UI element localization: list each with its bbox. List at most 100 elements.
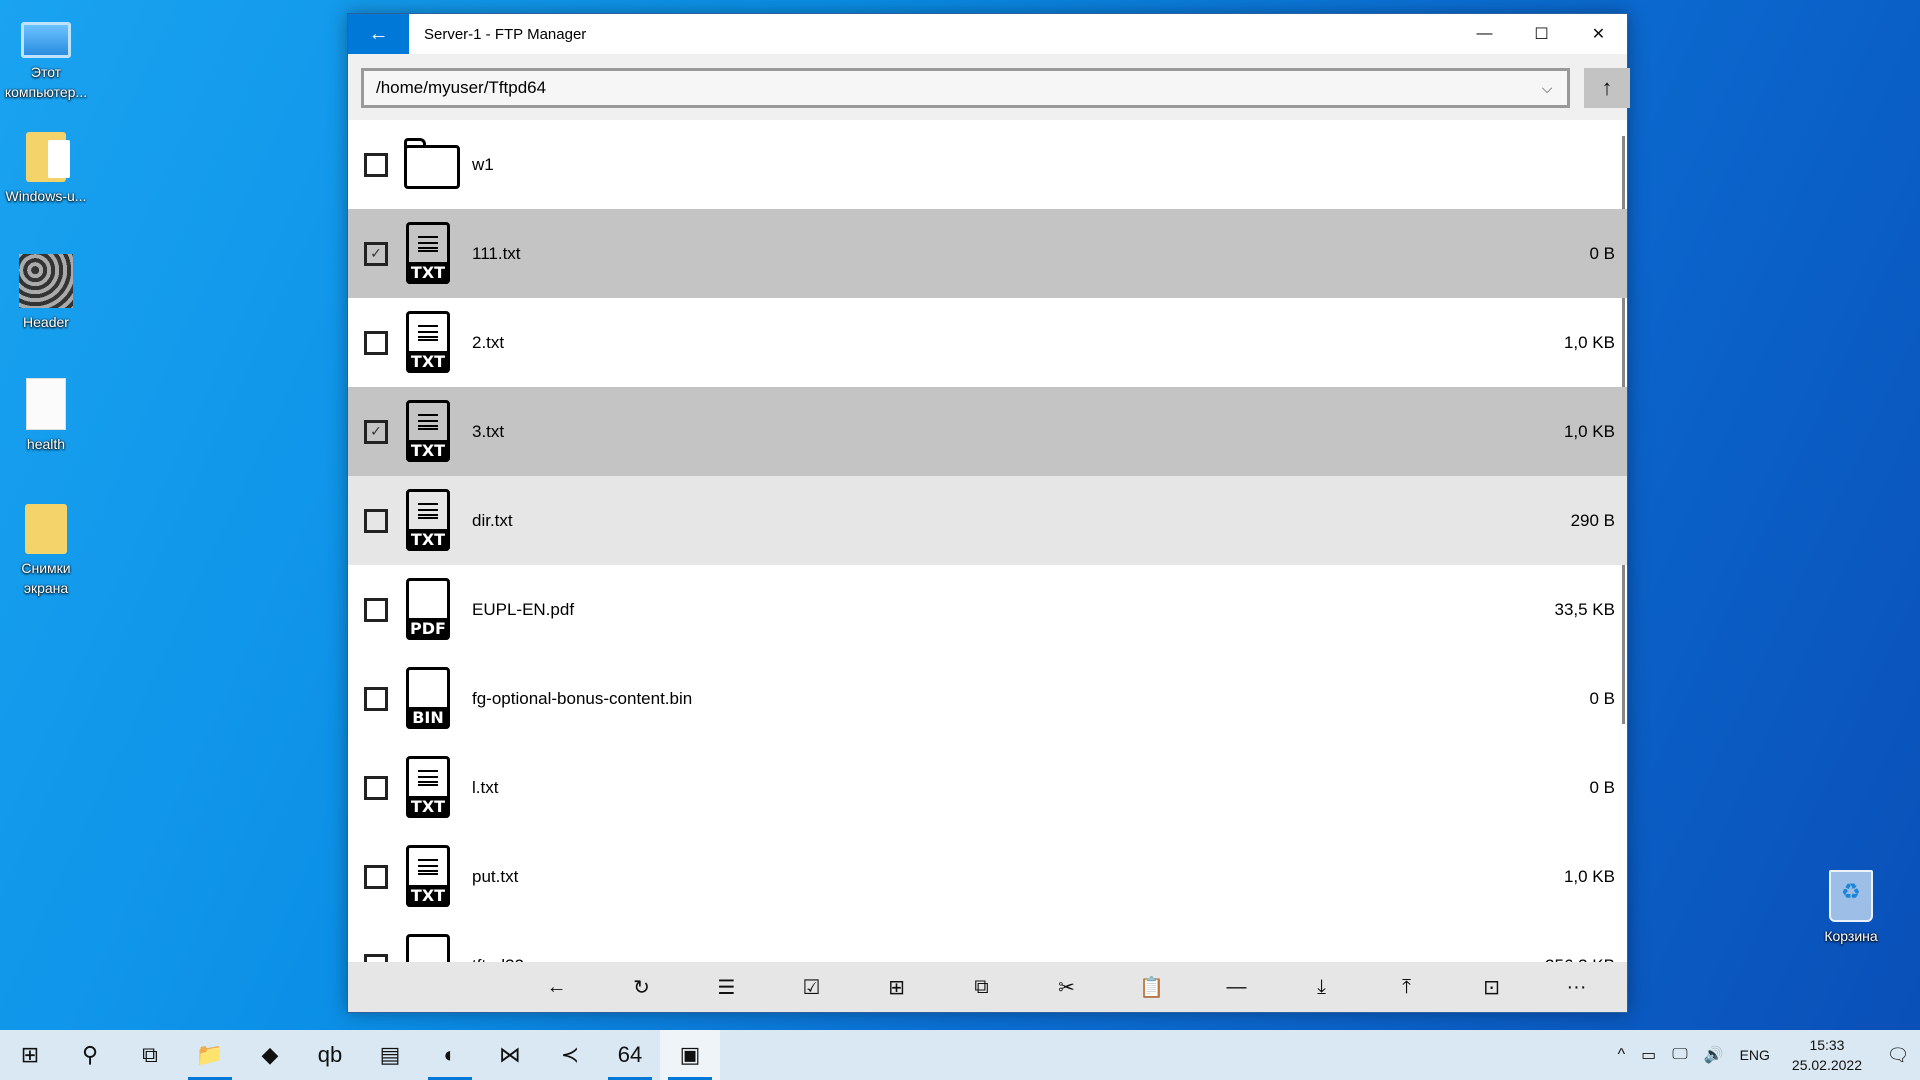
more-button[interactable]: ···	[1534, 962, 1619, 1012]
copy-button[interactable]: ⧉	[939, 962, 1024, 1012]
cut-button[interactable]: ✂	[1024, 962, 1109, 1012]
file-row[interactable]: PDF EUPL-EN.pdf 33,5 KB	[348, 565, 1627, 654]
taskbar-search[interactable]: ⚲	[60, 1030, 120, 1080]
taskbar-task-view[interactable]: ⧉	[120, 1030, 180, 1080]
file-name: 2.txt	[472, 332, 505, 352]
file-checkbox[interactable]	[364, 152, 388, 177]
file-list[interactable]: w1 ✓ TXT 111.txt 0 B TXT 2.txt 1,0 KB ✓ TXT 3.txt 1…	[348, 120, 1627, 977]
file-checkbox[interactable]: ✓	[364, 419, 388, 444]
checkmark-icon: ✓	[370, 423, 382, 439]
file-checkbox[interactable]	[364, 330, 388, 355]
maximize-button[interactable]: ☐	[1513, 14, 1570, 54]
file-checkbox[interactable]	[364, 864, 388, 889]
minimize-button[interactable]: —	[1456, 14, 1513, 54]
system-tray: ^ ▭ 🖵 🔊 ENG 15:33 25.02.2022 🗨	[1610, 1030, 1920, 1080]
delete-button[interactable]: —	[1194, 962, 1279, 1012]
desktop-icon-label: Header	[23, 314, 69, 330]
taskbar-qbittorrent[interactable]: qb	[300, 1030, 360, 1080]
taskbar-virtualbox[interactable]: ◆	[240, 1030, 300, 1080]
file-name: w1	[472, 154, 494, 174]
paste-button[interactable]: 📋	[1109, 962, 1194, 1012]
search-icon: ⚲	[81, 1042, 99, 1067]
folder-icon	[26, 132, 70, 182]
path-combobox[interactable]: ⌵	[361, 68, 1570, 108]
file-size: 0 B	[1589, 777, 1615, 797]
ftp-manager-window: ← Server-1 - FTP Manager — ☐ ✕ ⌵ ↑ w1 ✓ TX…	[347, 13, 1630, 1013]
file-row[interactable]: TXT 2.txt 1,0 KB	[348, 298, 1627, 387]
edge-icon: ◐	[443, 1042, 457, 1067]
image-icon	[19, 254, 73, 308]
language-indicator[interactable]: ENG	[1732, 1047, 1778, 1063]
file-size: 290 B	[1570, 510, 1615, 530]
select-mode-button[interactable]: ☑	[769, 962, 854, 1012]
back-icon: ←	[546, 975, 567, 998]
copy-icon: ⧉	[974, 975, 989, 998]
notifications-icon[interactable]: 🗨	[1876, 1045, 1920, 1066]
back-button[interactable]: ←	[514, 962, 599, 1012]
list-view-button[interactable]: ☰	[684, 962, 769, 1012]
file-size: 1,0 KB	[1563, 421, 1615, 441]
volume-icon[interactable]: 🔊	[1696, 1045, 1732, 1065]
taskbar-tftpd64[interactable]: 64	[600, 1030, 660, 1080]
taskbar-edge[interactable]: ◐	[420, 1030, 480, 1080]
show-hidden-icons-icon[interactable]: ^	[1610, 1046, 1634, 1064]
arrow-up-icon: ↑	[1601, 75, 1613, 100]
computer-icon	[21, 22, 71, 58]
rename-button[interactable]: ⊡	[1449, 962, 1534, 1012]
taskbar-file-explorer[interactable]: 📁	[180, 1030, 240, 1080]
txt-file-icon: TXT	[404, 755, 452, 820]
file-checkbox[interactable]	[364, 775, 388, 800]
file-checkbox[interactable]	[364, 508, 388, 533]
new-folder-button[interactable]: ⊞	[854, 962, 939, 1012]
taskbar-ftp-manager[interactable]: ▣	[660, 1030, 720, 1080]
desktop-icon-windows-u[interactable]: Windows-u...	[0, 132, 92, 206]
desktop-icon-health[interactable]: health	[0, 378, 92, 454]
chevron-down-icon[interactable]: ⌵	[1527, 80, 1567, 97]
desktop-icon-this-pc[interactable]: Этот компьютер...	[0, 12, 92, 102]
file-row[interactable]: TXT l.txt 0 B	[348, 743, 1627, 832]
file-checkbox[interactable]	[364, 597, 388, 622]
desktop-icon-header[interactable]: Header	[0, 254, 92, 332]
file-name: 3.txt	[472, 421, 505, 441]
download-button[interactable]: ⤓	[1279, 962, 1364, 1012]
taskbar-start[interactable]: ⊞	[0, 1030, 60, 1080]
taskbar-libreoffice-writer[interactable]: ▤	[360, 1030, 420, 1080]
file-row[interactable]: BIN fg-optional-bonus-content.bin 0 B	[348, 654, 1627, 743]
back-button[interactable]: ←	[348, 14, 409, 54]
cut-icon: ✂	[1058, 976, 1075, 999]
file-row[interactable]: ✓ TXT 111.txt 0 B	[348, 209, 1627, 298]
file-checkbox[interactable]: ✓	[364, 241, 388, 266]
taskbar-visual-studio[interactable]: ⋈	[480, 1030, 540, 1080]
file-row[interactable]: TXT put.txt 1,0 KB	[348, 832, 1627, 921]
desktop-icon-recycle-bin[interactable]: Корзина	[1805, 870, 1897, 946]
file-row[interactable]: TXT dir.txt 290 B	[348, 476, 1627, 565]
clock-date: 25.02.2022	[1791, 1057, 1862, 1073]
clock[interactable]: 15:33 25.02.2022	[1778, 1035, 1876, 1075]
network-icon[interactable]: 🖵	[1664, 1046, 1695, 1064]
start-icon: ⊞	[20, 1042, 40, 1067]
refresh-button[interactable]: ↻	[599, 962, 684, 1012]
battery-icon[interactable]: ▭	[1633, 1045, 1664, 1065]
upload-button[interactable]: ⤒	[1364, 962, 1449, 1012]
path-input[interactable]	[364, 78, 1527, 98]
paste-icon: 📋	[1139, 976, 1164, 999]
rename-icon: ⊡	[1483, 976, 1500, 999]
file-explorer-icon: 📁	[196, 1042, 224, 1067]
list-view-icon: ☰	[717, 976, 736, 999]
txt-file-icon: TXT	[404, 310, 452, 375]
file-size: 1,0 KB	[1563, 332, 1615, 352]
taskbar-vscode[interactable]: ≺	[540, 1030, 600, 1080]
file-name: put.txt	[472, 866, 519, 886]
desktop-icon-label: Снимки экрана	[21, 560, 71, 596]
window-title: Server-1 - FTP Manager	[424, 25, 587, 43]
folder-icon	[404, 133, 460, 197]
folder-icon	[25, 504, 67, 554]
file-row[interactable]: ✓ TXT 3.txt 1,0 KB	[348, 387, 1627, 476]
close-button[interactable]: ✕	[1570, 14, 1627, 54]
file-checkbox[interactable]	[364, 686, 388, 711]
parent-directory-button[interactable]: ↑	[1584, 68, 1630, 108]
file-name: dir.txt	[472, 510, 513, 530]
file-row[interactable]: w1	[348, 120, 1627, 209]
desktop-icon-screenshots[interactable]: Снимки экрана	[0, 504, 92, 598]
refresh-icon: ↻	[633, 976, 650, 999]
